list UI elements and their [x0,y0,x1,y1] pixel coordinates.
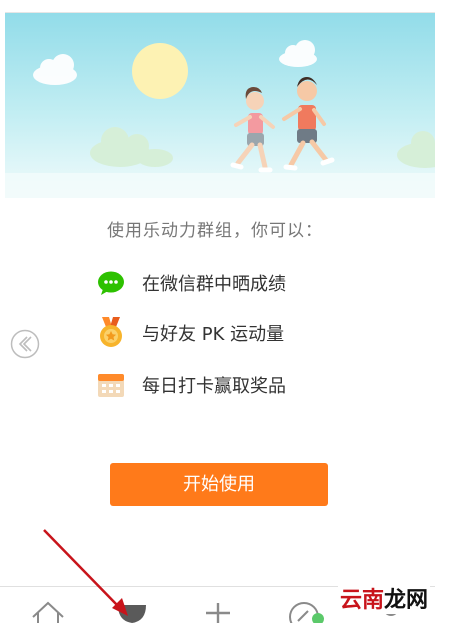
feature-item: 在微信群中晒成绩 [97,268,286,298]
watermark-part-1: 云南 [340,587,385,613]
hero-illustration [5,13,435,198]
home-icon[interactable] [30,599,66,627]
compass-icon[interactable] [286,599,326,627]
watermark-part-2: 龙网 [384,587,429,613]
male-runner [282,77,335,171]
female-runner [230,87,275,173]
feature-label: 每日打卡赢取奖品 [142,376,286,397]
group-intro-page: 使用乐动力群组，你可以： 在微信群中晒成绩 与好友 PK 运动量 每日打卡赢取奖… [0,0,472,627]
watermark-logo: 云南龙网 [338,582,431,614]
bush-right [397,131,435,168]
wechat-chat-icon [97,268,129,298]
intro-text: 使用乐动力群组，你可以： [107,221,323,241]
calendar-icon [97,370,129,400]
medal-icon [97,317,129,348]
running-couple-illustration [5,40,435,198]
start-button[interactable]: 开始使用 [110,463,328,506]
right-gutter [435,0,472,622]
feature-item: 每日打卡赢取奖品 [97,370,286,400]
cloud-right [279,40,317,67]
trophy-icon[interactable] [112,601,152,627]
feature-item: 与好友 PK 运动量 [97,317,285,348]
feature-label: 在微信群中晒成绩 [142,274,286,295]
feature-label: 与好友 PK 运动量 [142,324,285,345]
sun-shape [132,43,188,99]
back-button[interactable] [10,329,40,359]
chevron-left-icon [10,329,40,359]
bush-left [90,127,173,167]
add-icon[interactable] [203,601,233,627]
cloud-left [33,54,77,85]
